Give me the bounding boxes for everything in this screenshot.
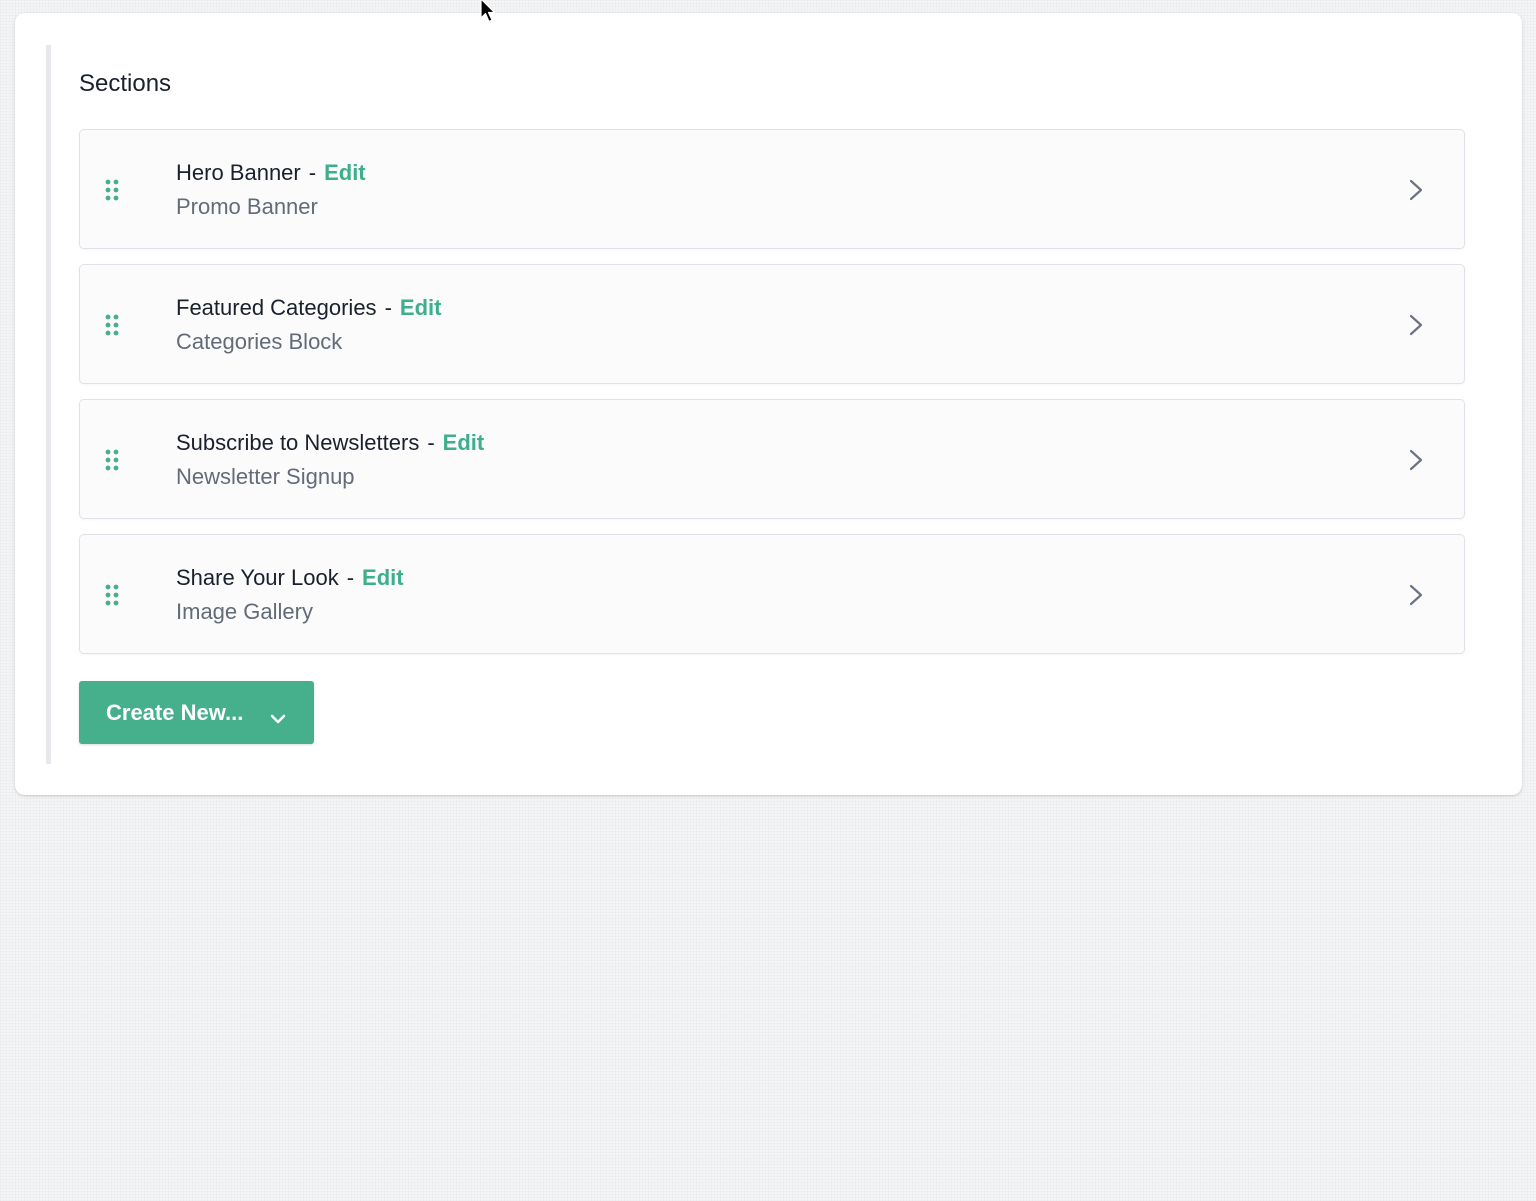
sections-panel: Sections Hero Banner-Edit Promo Banner — [15, 13, 1522, 795]
section-info: Featured Categories - Edit Categories Bloc… — [176, 293, 441, 357]
chevron-right-icon[interactable] — [1408, 178, 1424, 202]
section-info: Subscribe to Newsletters - Edit Newsletter… — [176, 428, 484, 492]
drag-handle-icon[interactable] — [104, 584, 120, 606]
section-title-line: Hero Banner - Edit — [176, 158, 366, 188]
section-info: Share Your Look - Edit Image Gallery — [176, 563, 404, 627]
section-title-line: Subscribe to Newsletters - Edit — [176, 428, 484, 458]
title-separator: - — [346, 565, 355, 590]
title-separator: - — [308, 160, 317, 185]
chevron-right-icon[interactable] — [1408, 448, 1424, 472]
edit-link[interactable]: Edit — [362, 565, 404, 590]
chevron-down-icon — [270, 706, 286, 724]
create-new-label: Create New... — [106, 699, 244, 725]
section-title-line: Featured Categories - Edit — [176, 293, 441, 323]
chevron-right-icon[interactable] — [1408, 313, 1424, 337]
section-type: Image Gallery — [176, 599, 313, 624]
section-row-featured-categories[interactable]: Featured Categories - Edit Categories Bloc… — [79, 264, 1465, 384]
section-title: Subscribe to Newsletters — [176, 430, 420, 455]
chevron-right-icon[interactable] — [1408, 583, 1424, 607]
drag-handle-icon[interactable] — [104, 179, 120, 201]
section-title: Featured Categories — [176, 295, 377, 320]
section-type: Promo Banner — [176, 194, 318, 219]
section-list: Hero Banner - Edit Promo Banner Featured C… — [79, 129, 1465, 669]
section-type: Categories Block — [176, 329, 343, 354]
section-row-subscribe-to-newsletters[interactable]: Subscribe to Newsletters - Edit Newsletter… — [79, 399, 1465, 519]
mouse-pointer-icon — [480, 0, 498, 24]
edit-link[interactable]: Edit — [324, 160, 366, 185]
drag-handle-icon[interactable] — [104, 314, 120, 336]
title-separator: - — [384, 295, 392, 320]
drag-handle-icon[interactable] — [104, 449, 120, 471]
panel-title: Sections — [79, 70, 172, 97]
section-info: Hero Banner - Edit Promo Banner — [176, 158, 366, 222]
section-row-share-your-look[interactable]: Share Your Look - Edit Image Gallery — [79, 534, 1465, 654]
section-title: Hero Banner — [176, 160, 301, 185]
create-new-button[interactable]: Create New... — [79, 681, 314, 744]
panel-rail — [46, 45, 51, 764]
section-type: Newsletter Signup — [176, 464, 355, 489]
section-title: Share Your Look — [176, 565, 339, 590]
title-separator: - — [427, 430, 435, 455]
section-row-hero-banner[interactable]: Hero Banner - Edit Promo Banner — [79, 129, 1465, 249]
edit-link[interactable]: Edit — [443, 430, 485, 455]
edit-link[interactable]: Edit — [400, 295, 442, 320]
section-title-line: Share Your Look - Edit — [176, 563, 404, 593]
